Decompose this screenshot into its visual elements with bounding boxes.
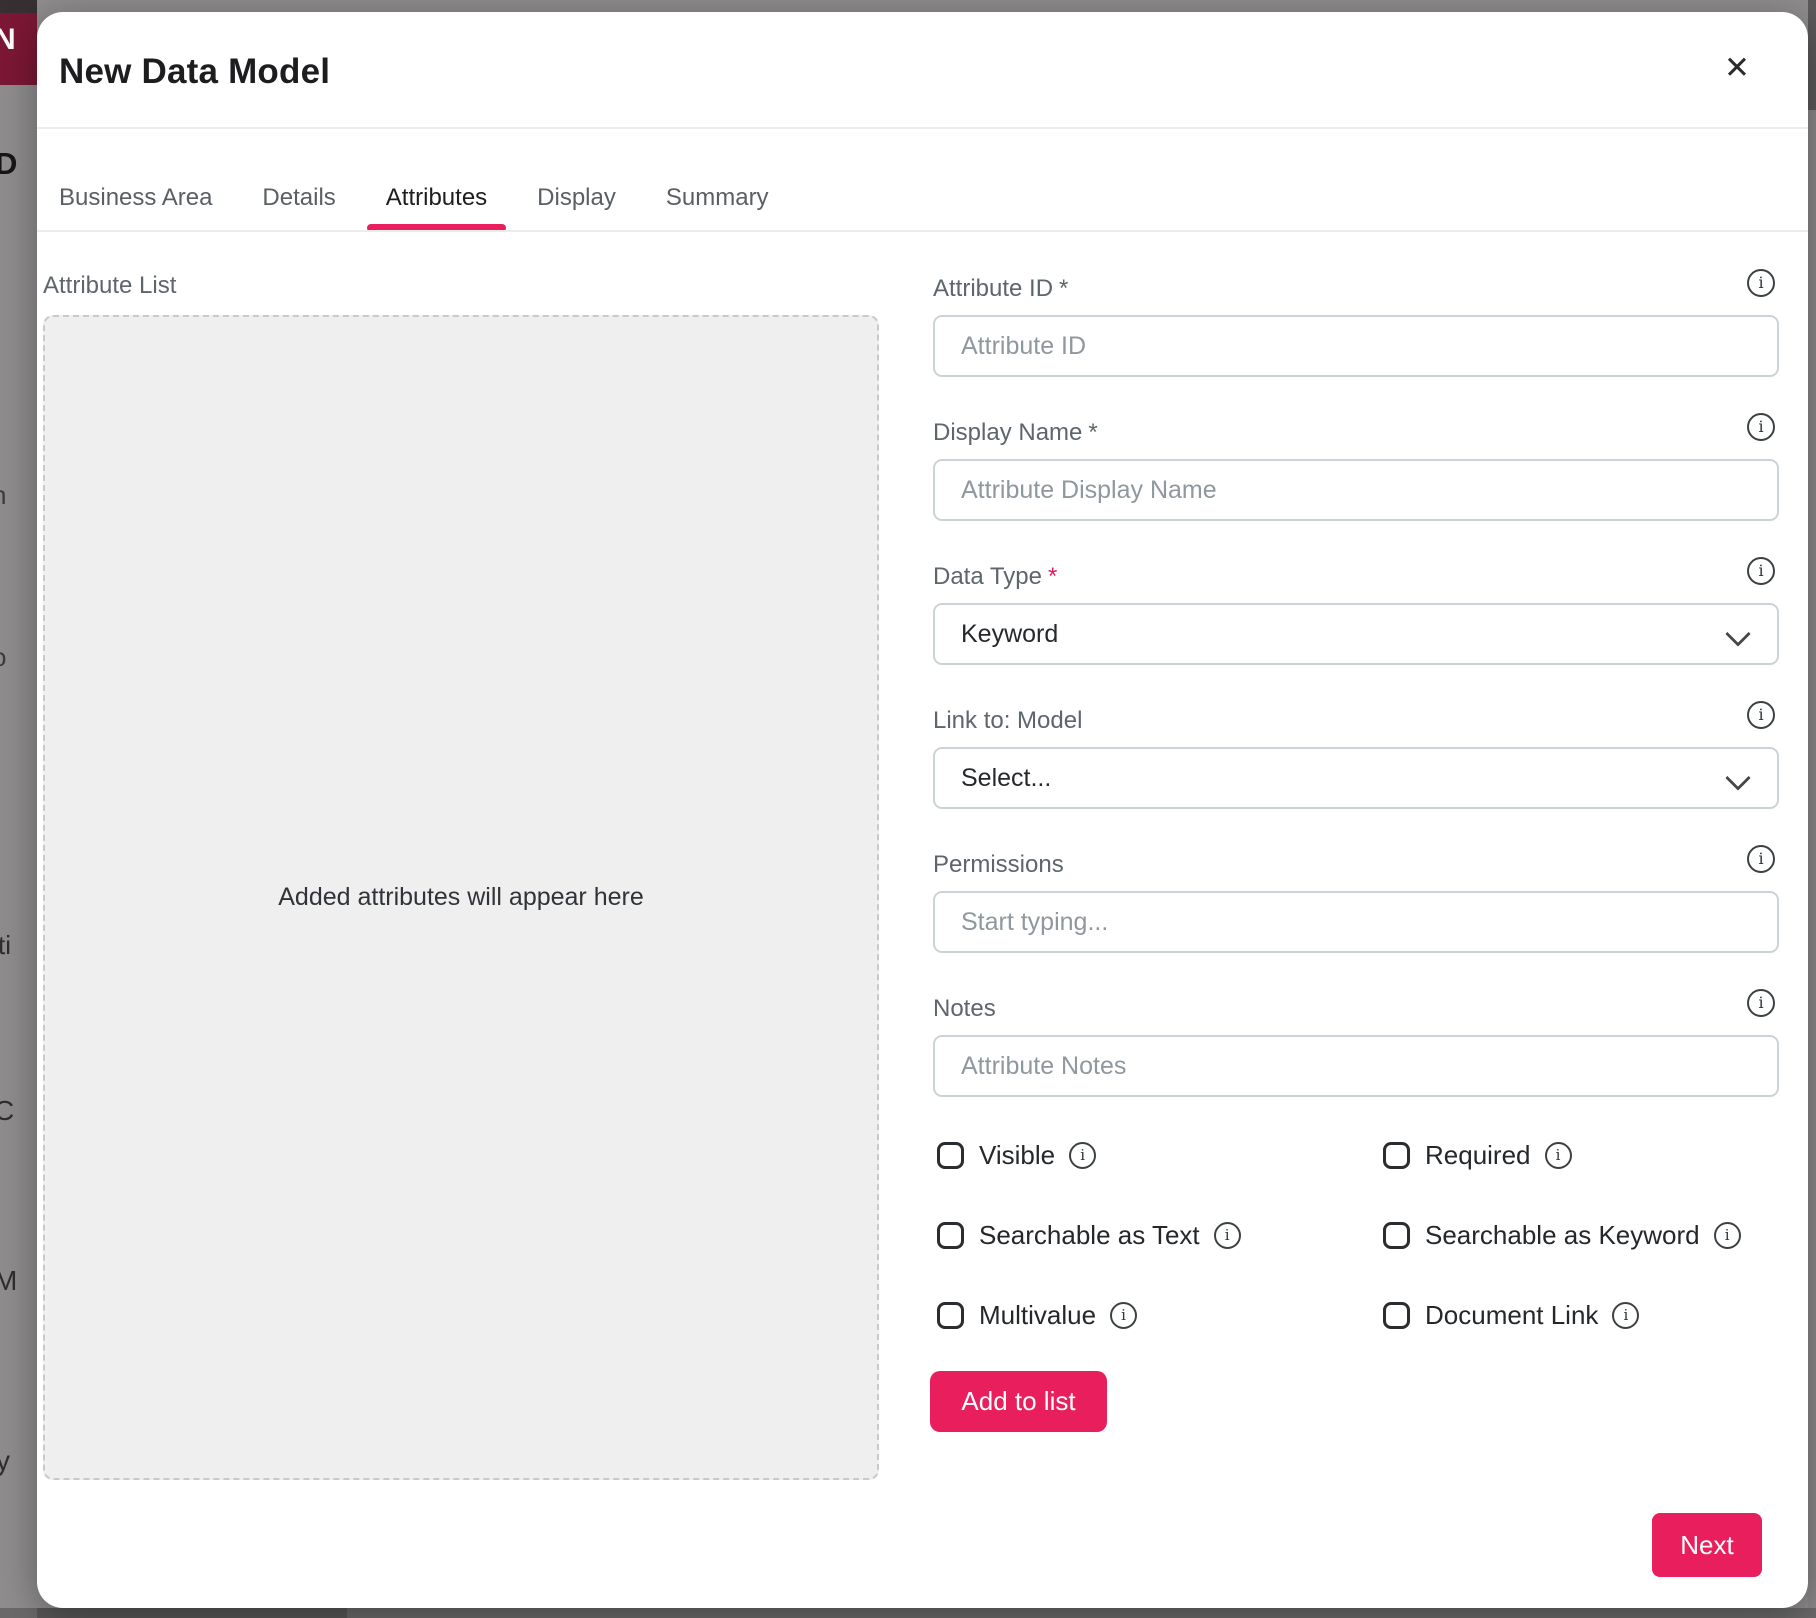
backdrop-letter-fragment: y bbox=[0, 1445, 33, 1477]
info-icon[interactable]: i bbox=[1747, 701, 1775, 729]
tab-attributes[interactable]: Attributes bbox=[386, 184, 487, 230]
backdrop-letter-fragment: D bbox=[0, 146, 32, 182]
link-to-model-selected-value: Select... bbox=[961, 764, 1051, 793]
backdrop-letter-fragment: n bbox=[0, 480, 29, 511]
chevron-down-icon bbox=[1725, 621, 1750, 646]
backdrop-letter-fragment: o bbox=[0, 642, 29, 673]
info-icon[interactable]: i bbox=[1214, 1222, 1241, 1249]
display-name-input[interactable] bbox=[935, 461, 1816, 519]
info-icon[interactable]: i bbox=[1747, 413, 1775, 441]
checkbox-icon[interactable] bbox=[1383, 1302, 1410, 1329]
info-icon[interactable]: i bbox=[1747, 557, 1775, 585]
info-icon[interactable]: i bbox=[1545, 1142, 1572, 1169]
backdrop-letter-fragment: N bbox=[0, 23, 31, 57]
attribute-id-field[interactable] bbox=[933, 315, 1779, 377]
backdrop-bottom-strip-dark bbox=[37, 1608, 347, 1618]
checkbox-visible[interactable]: Visible i bbox=[937, 1140, 1096, 1171]
permissions-input[interactable] bbox=[935, 893, 1816, 951]
info-icon[interactable]: i bbox=[1110, 1302, 1137, 1329]
notes-label: Notes bbox=[933, 995, 996, 1023]
checkbox-label: Required bbox=[1425, 1140, 1531, 1171]
attribute-id-label: Attribute ID* bbox=[933, 275, 1068, 303]
notes-field[interactable] bbox=[933, 1035, 1779, 1097]
attribute-id-input[interactable] bbox=[935, 317, 1816, 375]
checkbox-label: Document Link bbox=[1425, 1300, 1598, 1331]
dialog-tab-bar: Business Area Details Attributes Display… bbox=[59, 184, 769, 230]
tab-display[interactable]: Display bbox=[537, 184, 616, 230]
new-data-model-dialog: New Data Model ✕ Business Area Details A… bbox=[37, 12, 1808, 1608]
link-to-model-select[interactable]: Select... bbox=[933, 747, 1779, 809]
display-name-field[interactable] bbox=[933, 459, 1779, 521]
notes-input[interactable] bbox=[935, 1037, 1816, 1095]
permissions-field[interactable] bbox=[933, 891, 1779, 953]
info-icon[interactable]: i bbox=[1714, 1222, 1741, 1249]
attribute-list-dropzone: Added attributes will appear here bbox=[43, 315, 879, 1480]
checkbox-label: Multivalue bbox=[979, 1300, 1096, 1331]
checkbox-label: Visible bbox=[979, 1140, 1055, 1171]
info-icon[interactable]: i bbox=[1612, 1302, 1639, 1329]
checkbox-document-link[interactable]: Document Link i bbox=[1383, 1300, 1639, 1331]
attribute-list-empty-text: Added attributes will appear here bbox=[278, 883, 644, 912]
checkbox-icon[interactable] bbox=[937, 1302, 964, 1329]
dialog-title: New Data Model bbox=[59, 52, 330, 92]
backdrop-bottom-strip bbox=[0, 1608, 1816, 1618]
checkbox-icon[interactable] bbox=[937, 1142, 964, 1169]
header-divider bbox=[37, 127, 1808, 129]
checkbox-searchable-as-text[interactable]: Searchable as Text i bbox=[937, 1220, 1241, 1251]
checkbox-icon[interactable] bbox=[1383, 1222, 1410, 1249]
backdrop-right-strip-dark bbox=[1808, 0, 1816, 110]
checkbox-icon[interactable] bbox=[937, 1222, 964, 1249]
backdrop-top-strip bbox=[0, 0, 37, 13]
backdrop-letter-fragment: ti bbox=[0, 930, 35, 961]
data-type-select[interactable]: Keyword bbox=[933, 603, 1779, 665]
close-icon[interactable]: ✕ bbox=[1709, 42, 1765, 94]
add-to-list-button[interactable]: Add to list bbox=[930, 1371, 1107, 1432]
backdrop-maroon-banner: N bbox=[0, 13, 37, 85]
data-type-selected-value: Keyword bbox=[961, 620, 1058, 649]
info-icon[interactable]: i bbox=[1747, 989, 1775, 1017]
tab-bar-divider bbox=[37, 230, 1808, 232]
info-icon[interactable]: i bbox=[1069, 1142, 1096, 1169]
permissions-label: Permissions bbox=[933, 851, 1064, 879]
backdrop-letter-fragment: M bbox=[0, 1265, 31, 1297]
chevron-down-icon bbox=[1725, 765, 1750, 790]
info-icon[interactable]: i bbox=[1747, 845, 1775, 873]
checkbox-label: Searchable as Keyword bbox=[1425, 1220, 1700, 1251]
attribute-list-label: Attribute List bbox=[43, 272, 176, 300]
tab-summary[interactable]: Summary bbox=[666, 184, 769, 230]
backdrop-right-strip bbox=[1808, 0, 1816, 1618]
checkbox-label: Searchable as Text bbox=[979, 1220, 1200, 1251]
tab-business-area[interactable]: Business Area bbox=[59, 184, 212, 230]
link-to-model-label: Link to: Model bbox=[933, 707, 1082, 735]
checkbox-searchable-as-keyword[interactable]: Searchable as Keyword i bbox=[1383, 1220, 1741, 1251]
backdrop-letter-fragment: C bbox=[0, 1095, 31, 1127]
info-icon[interactable]: i bbox=[1747, 269, 1775, 297]
data-type-label: Data Type* bbox=[933, 563, 1057, 591]
tab-details[interactable]: Details bbox=[262, 184, 335, 230]
checkbox-icon[interactable] bbox=[1383, 1142, 1410, 1169]
next-button[interactable]: Next bbox=[1652, 1513, 1762, 1577]
display-name-label: Display Name* bbox=[933, 419, 1098, 447]
checkbox-required[interactable]: Required i bbox=[1383, 1140, 1572, 1171]
checkbox-multivalue[interactable]: Multivalue i bbox=[937, 1300, 1137, 1331]
